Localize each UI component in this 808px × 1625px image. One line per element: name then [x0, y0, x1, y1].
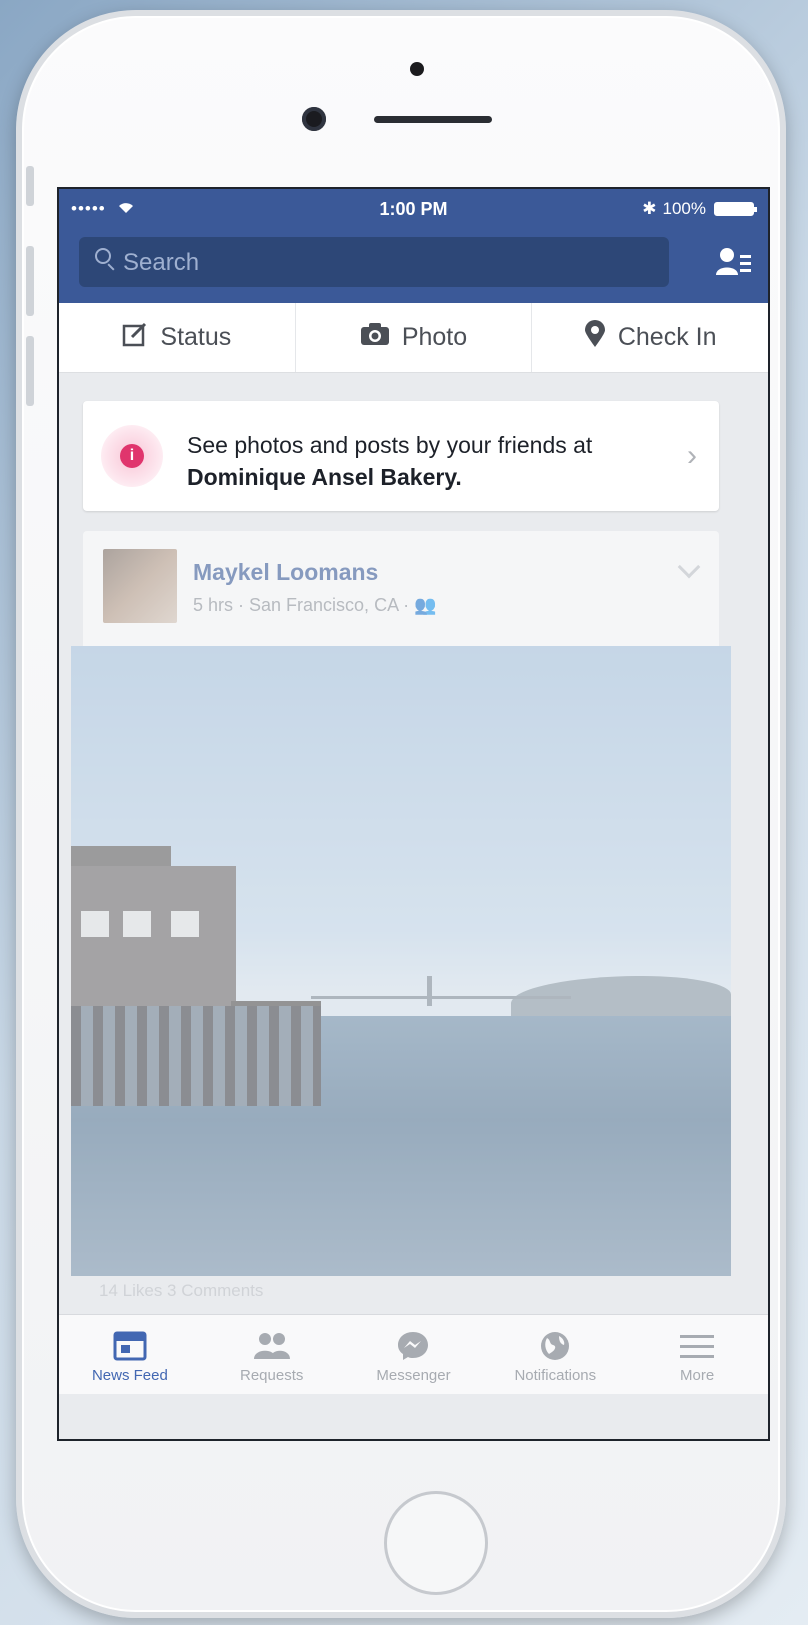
tab-notifications-label: Notifications	[514, 1367, 597, 1384]
post-meta-text: 5 hrs · San Francisco, CA ·	[193, 595, 415, 615]
post-author[interactable]: Maykel Loomans	[193, 559, 378, 586]
volume-up-button	[26, 246, 34, 316]
tab-notifications[interactable]: Notifications	[484, 1315, 626, 1394]
globe-icon	[484, 1327, 626, 1361]
photo-button[interactable]: Photo	[296, 303, 533, 372]
messenger-icon	[343, 1327, 485, 1361]
post-photo[interactable]	[71, 646, 731, 1276]
requests-icon	[201, 1327, 343, 1361]
news-feed-icon	[59, 1327, 201, 1361]
search-placeholder: Search	[123, 249, 200, 276]
post-header: Maykel Loomans 5 hrs · San Francisco, CA…	[83, 531, 719, 646]
tab-news-feed-label: News Feed	[91, 1367, 168, 1384]
photo-bridge	[311, 996, 571, 999]
tab-requests[interactable]: Requests	[201, 1315, 343, 1394]
place-tip-place: Dominique Ansel Bakery.	[187, 464, 462, 490]
tab-messenger[interactable]: Messenger	[343, 1315, 485, 1394]
tab-bar: News Feed Requests Messenger Notificatio…	[59, 1314, 768, 1394]
status-button[interactable]: Status	[59, 303, 296, 372]
tab-messenger-label: Messenger	[376, 1367, 451, 1384]
photo-bridge-tower	[427, 976, 432, 1006]
earpiece-speaker	[374, 116, 492, 123]
photo-label: Photo	[401, 323, 468, 351]
camera-icon	[360, 322, 390, 353]
location-pin-icon	[584, 320, 606, 355]
search-icon	[95, 248, 111, 264]
post-reactions[interactable]: 14 Likes 3 Comments	[99, 1281, 263, 1301]
top-navigation-bar: Search	[59, 229, 768, 303]
friends-audience-icon: 👥	[414, 595, 437, 615]
battery-icon	[714, 202, 757, 216]
menu-icon	[626, 1327, 768, 1361]
search-input[interactable]: Search	[79, 237, 669, 287]
place-tip-card[interactable]: i See photos and posts by your friends a…	[83, 401, 719, 511]
chevron-right-icon: ›	[687, 439, 697, 472]
check-in-button[interactable]: Check In	[532, 303, 768, 372]
composer-bar: Status Photo Check In	[59, 303, 768, 373]
front-camera	[302, 107, 326, 131]
home-button[interactable]	[384, 1491, 488, 1595]
post-meta: 5 hrs · San Francisco, CA · 👥	[193, 595, 437, 616]
status-bar: ••••• 1:00 PM ✱ 100%	[59, 189, 768, 229]
place-tip-badge: i	[101, 425, 163, 487]
edit-icon	[122, 321, 148, 354]
status-label: Status	[160, 323, 232, 351]
bluetooth-icon: ✱	[642, 199, 657, 218]
proximity-sensor	[410, 62, 424, 76]
photo-pier-window	[171, 911, 199, 937]
photo-pilings	[71, 1006, 321, 1106]
check-in-label: Check In	[617, 323, 717, 351]
photo-pier-window	[81, 911, 109, 937]
info-icon: i	[120, 444, 144, 468]
tab-more-label: More	[679, 1367, 715, 1384]
friend-list-icon[interactable]	[716, 247, 752, 277]
photo-pier-window	[123, 911, 151, 937]
avatar[interactable]	[103, 549, 177, 623]
tab-news-feed[interactable]: News Feed	[59, 1315, 201, 1394]
tab-requests-label: Requests	[240, 1367, 304, 1384]
place-tip-text: See photos and posts by your friends at …	[187, 429, 592, 493]
phone-screen: ••••• 1:00 PM ✱ 100% Search Status Photo…	[57, 187, 770, 1441]
place-tip-message: See photos and posts by your friends at	[187, 432, 593, 458]
battery-label: ✱ 100%	[642, 199, 706, 218]
mute-switch	[26, 166, 34, 206]
chevron-down-icon[interactable]	[677, 555, 701, 579]
tab-more[interactable]: More	[626, 1315, 768, 1394]
volume-down-button	[26, 336, 34, 406]
